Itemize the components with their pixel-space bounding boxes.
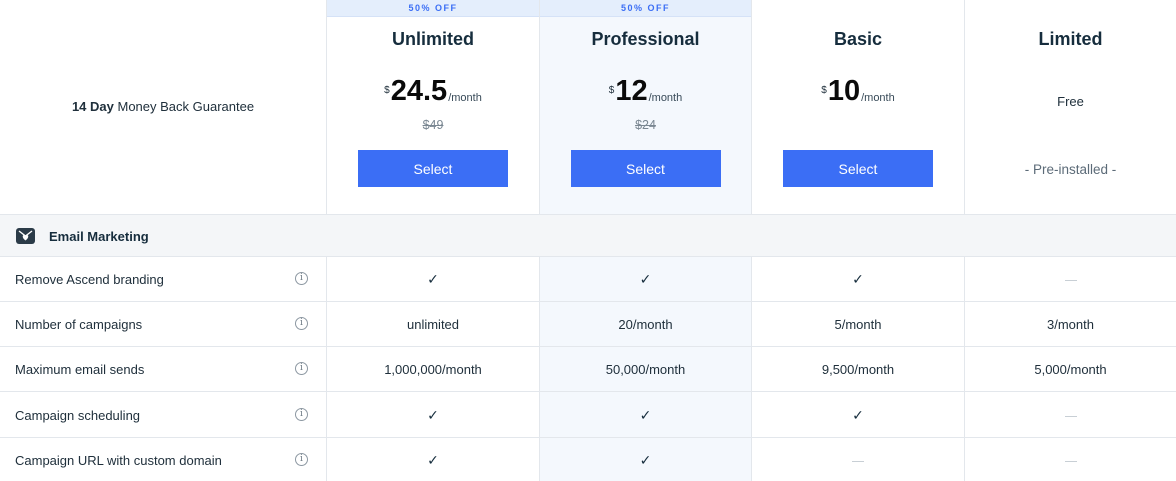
select-professional-button[interactable]: Select [570,150,721,187]
feature-value: 50,000/month [605,362,686,378]
dash-icon [752,438,964,481]
plan-unlimited: 50% OFF Unlimited $ 24.5 /month $49 Sele… [327,0,539,214]
dash-icon [965,438,1176,481]
check-icon: ✓ [852,406,864,423]
info-icon[interactable]: i [295,407,308,421]
feature-row: Remove Ascend branding i ✓ ✓ ✓ [0,257,1176,302]
money-back-guarantee: 14 Day Money Back Guarantee [71,99,255,114]
check-icon: ✓ [427,451,439,468]
info-icon[interactable]: i [295,317,308,331]
check-icon: ✓ [427,406,439,423]
plan-basic: Basic $ 10 /month Select [752,0,964,214]
check-icon: ✓ [639,271,652,287]
original-price: $24 [635,118,656,132]
feature-label: Remove Ascend branding [15,272,164,287]
plan-price: $ 12 /month [608,75,683,107]
feature-label: Maximum email sends [15,362,145,378]
plan-limited: Limited Free - Pre-installed - [965,0,1176,214]
section-email-marketing: Email Marketing [0,214,1176,257]
section-title: Email Marketing [49,229,149,244]
feature-value: 3/month [1047,317,1094,333]
feature-value: 1,000,000/month [384,362,482,378]
feature-label: Campaign scheduling [15,407,141,423]
check-icon: ✓ [427,271,439,287]
feature-row: Campaign scheduling i ✓ ✓ ✓ [0,393,1176,438]
plan-name: Basic [833,29,883,49]
dash-icon [965,393,1176,438]
feature-label: Campaign URL with custom domain [15,452,222,468]
feature-label: Number of campaigns [15,317,143,333]
discount-badge [752,0,964,17]
plan-price-free: Free [1057,94,1084,109]
feature-row: Maximum email sends i 1,000,000/month 50,00… [0,347,1176,393]
select-unlimited-button[interactable]: Select [358,150,508,187]
check-icon: ✓ [852,271,864,287]
feature-value: 5/month [834,317,882,333]
info-icon[interactable]: i [295,272,308,285]
info-icon[interactable]: i [295,362,308,376]
info-icon[interactable]: i [295,452,308,466]
feature-value: unlimited [406,317,460,333]
feature-row: Campaign URL with custom domain i ✓ ✓ [0,438,1176,481]
discount-badge: 50% OFF [540,0,751,17]
plans-header: 14 Day Money Back Guarantee 50% OFF Unli… [0,0,1176,214]
feature-value: 5,000/month [1034,362,1107,378]
discount-badge: 50% OFF [327,0,539,17]
discount-badge [965,0,1176,17]
feature-value: 9,500/month [821,362,895,378]
plan-name: Unlimited [391,29,474,49]
feature-row: Number of campaigns i unlimited 20/month 5/m… [0,302,1176,348]
plan-price: $ 24.5 /month [384,75,482,107]
mail-heart-icon [16,228,35,244]
plan-price: $ 10 /month [821,75,895,107]
plan-name: Professional [591,29,700,49]
select-basic-button[interactable]: Select [783,150,933,187]
original-price: $49 [422,118,444,132]
plan-name: Limited [1038,29,1103,49]
preinstalled-note: - Pre-installed - [1024,162,1117,177]
dash-icon [965,257,1176,302]
feature-value: 20/month [618,317,673,333]
check-icon: ✓ [639,406,652,423]
check-icon: ✓ [639,451,652,468]
plan-professional: 50% OFF Professional $ 12 /month $24 Sel… [540,0,751,214]
